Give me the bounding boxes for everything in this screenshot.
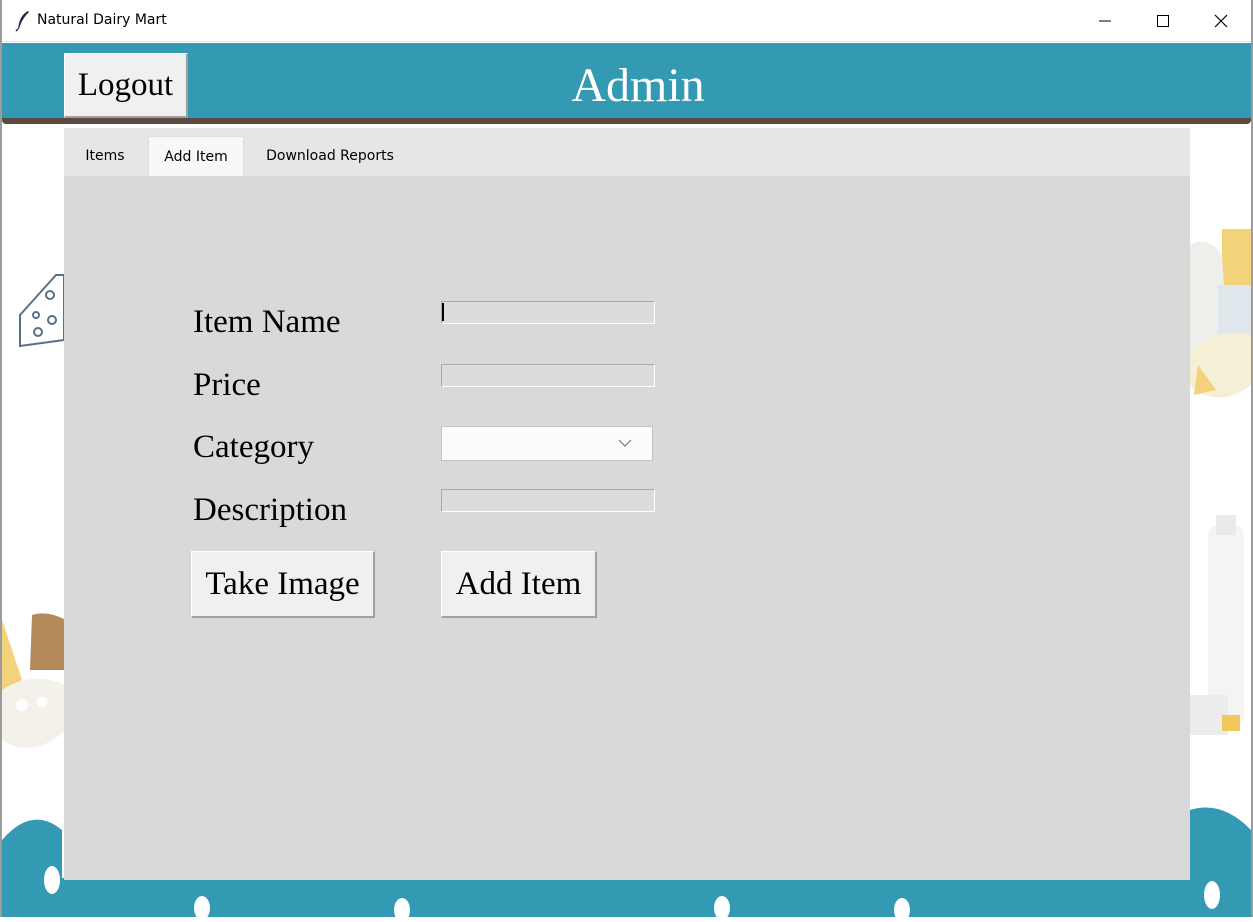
cheese-illustration (16, 270, 66, 355)
dairy-products-illustration (1188, 225, 1251, 745)
minimize-icon (1099, 20, 1111, 22)
dairy-products-illustration (2, 610, 66, 760)
window-title: Natural Dairy Mart (37, 12, 167, 28)
close-button[interactable] (1192, 0, 1250, 42)
tab-download-reports[interactable]: Download Reports (255, 136, 405, 176)
add-item-button[interactable]: Add Item (441, 551, 597, 618)
take-image-button[interactable]: Take Image (191, 551, 375, 618)
maximize-icon (1157, 15, 1169, 27)
maximize-button[interactable] (1134, 0, 1192, 42)
price-input[interactable] (441, 364, 655, 387)
tab-items[interactable]: Items (74, 136, 136, 176)
description-input[interactable] (441, 489, 655, 512)
minimize-button[interactable] (1076, 0, 1134, 42)
close-icon (1214, 14, 1228, 28)
title-bar[interactable] (0, 0, 1253, 42)
description-label: Description (193, 492, 347, 528)
item-name-input[interactable] (441, 301, 655, 324)
item-name-label: Item Name (193, 304, 341, 340)
feather-icon (14, 10, 32, 32)
logout-button[interactable]: Logout (64, 53, 188, 118)
text-caret (442, 303, 444, 321)
header-shadow (2, 118, 1251, 124)
category-label: Category (193, 429, 314, 465)
price-label: Price (193, 367, 261, 403)
page-title: Admin (571, 59, 705, 112)
window-border (0, 0, 2, 917)
chevron-down-icon[interactable] (617, 436, 633, 450)
tab-add-item[interactable]: Add Item (148, 136, 244, 176)
